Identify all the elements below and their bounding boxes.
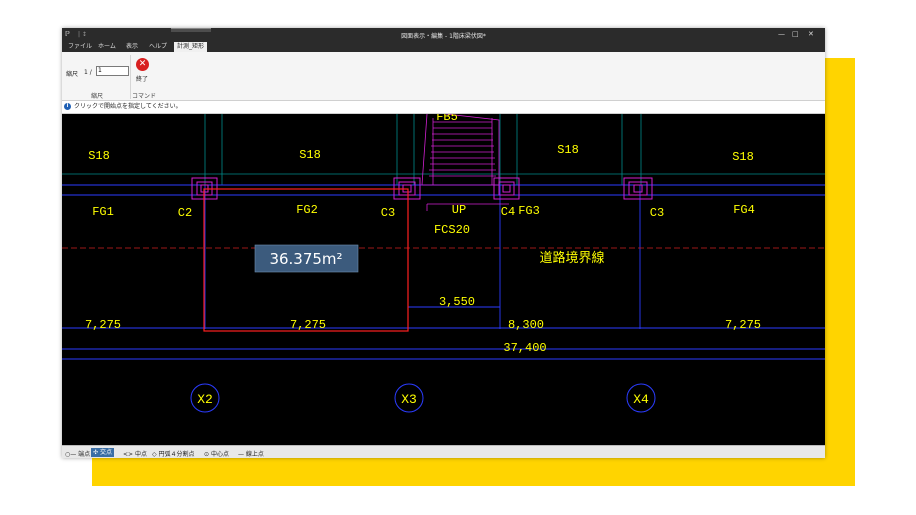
- intersection-icon: ✣: [93, 449, 99, 456]
- on-line-icon: —: [238, 451, 244, 458]
- dimension-text: 7,275: [290, 318, 326, 332]
- scale-input[interactable]: 1: [96, 66, 129, 76]
- message-text: クリックで開始点を指定してください。: [74, 103, 182, 110]
- area-result-tooltip: 36.375m²: [254, 244, 359, 273]
- dimension-text: 7,275: [85, 318, 121, 332]
- stair-drawing: [421, 114, 509, 211]
- drawing-svg[interactable]: FB5 S18 S18 S18 S18 FG1 FG2 FG3 FG4 C2 C…: [62, 114, 825, 445]
- endpoint-icon: ○—: [65, 451, 77, 458]
- midpoint-icon: <>: [123, 451, 134, 458]
- snap-label: 中点: [134, 451, 147, 458]
- stair-up-label: UP: [452, 203, 466, 217]
- tab-measure-rect[interactable]: 計測_矩形: [174, 42, 208, 52]
- blue-lines: [62, 184, 825, 360]
- snap-label: 中心点: [210, 451, 229, 458]
- snap-arc-quadrant-button[interactable]: ◇ 円弧４分割点: [152, 449, 195, 458]
- column-label: C3: [650, 206, 664, 220]
- end-button[interactable]: ✕ 終了: [133, 58, 151, 84]
- scale-prefix: 1 /: [84, 69, 92, 76]
- snap-midpoint-button[interactable]: <> 中点: [123, 449, 147, 458]
- beam-label: FG4: [733, 203, 755, 217]
- status-bar: ○— 端点 ✣ 交点 <> 中点 ◇ 円弧４分割点 ⊙ 中心点 — 線上点: [62, 445, 825, 458]
- group-divider: [130, 55, 131, 99]
- beam-label: FG3: [518, 204, 540, 218]
- snap-intersection-button[interactable]: ✣ 交点: [91, 448, 114, 457]
- title-bar: ℙ | ↕ 図面表示・編集 - 1階床梁伏図* — □ ✕: [62, 28, 825, 41]
- grid-label: X2: [197, 392, 213, 407]
- command-group-label: コマンド: [132, 93, 157, 100]
- ribbon-tabs: ファイル ホーム 表示 ヘルプ 計測_矩形: [62, 41, 825, 52]
- minimize-button[interactable]: —: [778, 30, 785, 38]
- stair-type-label: FCS20: [434, 223, 470, 237]
- dimension-text: 37,400: [503, 341, 546, 355]
- scale-label: 縮尺: [66, 71, 79, 78]
- window-title: 図面表示・編集 - 1階床梁伏図*: [401, 33, 486, 40]
- tab-file[interactable]: ファイル: [65, 42, 95, 52]
- info-icon: i: [64, 103, 71, 110]
- ribbon-panel: 縮尺 1 / 1 縮尺 ✕ 終了 コマンド: [62, 52, 825, 101]
- road-boundary-label: 道路境界線: [539, 250, 604, 266]
- snap-label: 円弧４分割点: [158, 451, 195, 458]
- center-point-icon: ⊙: [204, 451, 210, 458]
- tab-help[interactable]: ヘルプ: [146, 42, 170, 52]
- snap-center-button[interactable]: ⊙ 中心点: [204, 449, 229, 458]
- end-button-label: 終了: [135, 76, 148, 83]
- grid-label: X3: [401, 392, 417, 407]
- scale-group-label: 縮尺: [91, 93, 104, 100]
- snap-on-line-button[interactable]: — 線上点: [238, 449, 264, 458]
- app-window: ℙ | ↕ 図面表示・編集 - 1階床梁伏図* — □ ✕ ファイル ホーム 表…: [62, 28, 825, 458]
- slab-label: FB5: [436, 114, 458, 124]
- close-button[interactable]: ✕: [808, 30, 814, 38]
- arc-quadrant-icon: ◇: [152, 451, 157, 458]
- slab-label: S18: [732, 150, 754, 164]
- grid-bubbles: [190, 383, 656, 413]
- column-label: C2: [178, 206, 192, 220]
- grid-label: X4: [633, 392, 649, 407]
- tab-view[interactable]: 表示: [123, 42, 141, 52]
- drawing-canvas[interactable]: FB5 S18 S18 S18 S18 FG1 FG2 FG3 FG4 C2 C…: [62, 114, 825, 445]
- slab-label: S18: [88, 149, 110, 163]
- column-label: C4: [501, 205, 515, 219]
- snap-label: 端点: [78, 451, 91, 458]
- slab-label: S18: [299, 148, 321, 162]
- close-circle-icon: ✕: [136, 58, 149, 71]
- dimension-text: 8,300: [508, 318, 544, 332]
- dimension-text: 7,275: [725, 318, 761, 332]
- tab-home[interactable]: ホーム: [95, 42, 119, 52]
- snap-label: 線上点: [245, 451, 264, 458]
- slab-label: S18: [557, 143, 579, 157]
- dimension-text: 3,550: [439, 295, 475, 309]
- cyan-frame-lines: [62, 114, 825, 185]
- beam-label: FG2: [296, 203, 318, 217]
- snap-label: 交点: [99, 449, 112, 456]
- maximize-button[interactable]: □: [792, 30, 799, 38]
- column-label: C3: [381, 206, 395, 220]
- area-value: 36.375m²: [269, 250, 342, 268]
- snap-endpoint-button[interactable]: ○— 端点: [65, 449, 90, 458]
- message-bar: i クリックで開始点を指定してください。: [62, 101, 825, 114]
- beam-label: FG1: [92, 205, 114, 219]
